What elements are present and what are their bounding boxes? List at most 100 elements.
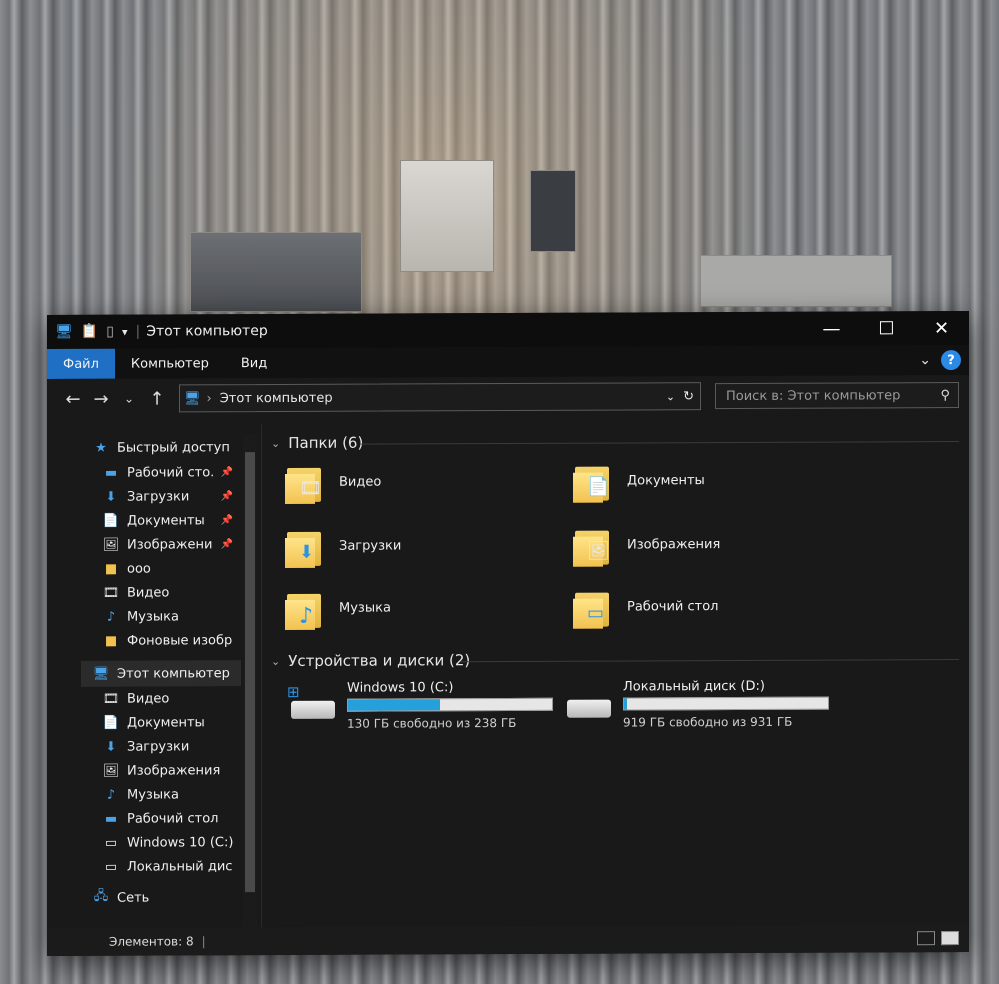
background-building <box>400 160 494 272</box>
downloads-folder-icon: ⬇ <box>285 524 325 568</box>
background-building <box>700 255 892 307</box>
tab-file[interactable]: Файл <box>47 348 115 380</box>
folder-pictures[interactable]: 🖼 Изображения <box>573 518 833 571</box>
desktop-folder-icon: ▭ <box>573 585 613 629</box>
close-button[interactable]: ✕ <box>914 311 969 345</box>
sidebar-pc-desktop[interactable]: ▬ Рабочий стол <box>81 806 241 831</box>
tab-computer[interactable]: Компьютер <box>115 348 225 378</box>
sidebar-quick-access[interactable]: ★ Быстрый доступ <box>81 434 241 461</box>
drive-icon: ▭ <box>104 835 118 851</box>
sidebar-this-pc[interactable]: 🖥 Этот компьютер <box>81 660 241 687</box>
video-folder-icon: 🎞 <box>285 460 325 504</box>
computer-icon: 🖥 <box>55 323 73 340</box>
details-view-button[interactable] <box>917 931 935 946</box>
drive-usage-fill <box>624 698 627 710</box>
tab-view[interactable]: Вид <box>225 348 283 378</box>
drive-usage-bar <box>623 696 829 711</box>
folder-desktop[interactable]: ▭ Рабочий стол <box>573 580 833 633</box>
navigation-bar: ← → ⌄ ↑ 🖥 › Этот компьютер ⌄ ↻ Поиск в: … <box>47 374 969 420</box>
star-icon: ★ <box>95 440 107 456</box>
windows-logo-icon: ⊞ <box>287 682 300 701</box>
expand-ribbon-icon[interactable]: ⌄ <box>919 352 931 368</box>
sidebar-item-pictures[interactable]: 🖼 Изображени 📌 <box>81 532 241 557</box>
chevron-down-icon: ⌄ <box>271 654 281 668</box>
breadcrumb-chevron-icon: › <box>206 390 212 406</box>
pin-icon: 📌 <box>220 490 233 502</box>
sidebar-item-music[interactable]: ♪ Музыка <box>81 604 241 629</box>
folder-icon: ■ <box>104 633 118 649</box>
sidebar-item-desktop[interactable]: ▬ Рабочий сто. 📌 <box>81 460 241 485</box>
group-divider <box>461 659 959 663</box>
forward-button[interactable]: → <box>87 388 115 409</box>
pictures-icon: 🖼 <box>102 763 120 779</box>
document-icon: 📄 <box>102 715 120 731</box>
group-divider <box>361 441 959 445</box>
video-icon: 🎞 <box>102 585 120 601</box>
address-bar[interactable]: 🖥 › Этот компьютер ⌄ ↻ <box>179 382 701 413</box>
navigation-pane: ★ Быстрый доступ ▬ Рабочий сто. 📌 ⬇ Загр… <box>81 434 241 930</box>
ribbon: Файл Компьютер Вид ⌄ ? <box>47 344 969 380</box>
breadcrumb[interactable]: Этот компьютер <box>220 390 333 405</box>
sidebar-pc-drive-c[interactable]: ▭ Windows 10 (C:) <box>81 830 241 855</box>
pin-icon: 📌 <box>220 538 233 550</box>
desktop-icon: ▬ <box>104 811 118 827</box>
sidebar-item-ooo[interactable]: ■ ооо <box>81 556 241 581</box>
sidebar-pc-drive-d[interactable]: ▭ Локальный дис <box>81 854 241 879</box>
folder-icon: ■ <box>104 561 118 577</box>
navigation-scrollbar[interactable] <box>243 434 257 930</box>
minimize-button[interactable]: — <box>804 311 859 345</box>
sidebar-pc-music[interactable]: ♪ Музыка <box>81 782 241 807</box>
file-explorer-window: 🖥 📋 ▯ ▾ | Этот компьютер — ☐ ✕ Файл Комп… <box>47 310 969 957</box>
recent-locations-button[interactable]: ⌄ <box>115 392 143 406</box>
maximize-button[interactable]: ☐ <box>859 311 914 345</box>
folder-documents[interactable]: 📄 Документы <box>573 454 833 507</box>
windows-drive-icon: ⊞ <box>287 683 335 719</box>
music-icon: ♪ <box>106 787 116 803</box>
refresh-icon[interactable]: ↻ <box>683 389 694 404</box>
back-button[interactable]: ← <box>59 388 87 409</box>
sidebar-item-video[interactable]: 🎞 Видео <box>81 580 241 605</box>
folder-downloads[interactable]: ⬇ Загрузки <box>285 519 545 572</box>
properties-icon[interactable]: 📋 <box>81 324 98 340</box>
video-icon: 🎞 <box>102 691 120 707</box>
desktop-icon: ▬ <box>104 465 118 481</box>
music-folder-icon: ♪ <box>285 586 325 630</box>
dropdown-icon[interactable]: ▾ <box>122 325 128 338</box>
up-button[interactable]: ↑ <box>143 388 171 409</box>
group-header-drives[interactable]: ⌄ Устройства и диски (2) <box>271 651 470 670</box>
sidebar-item-downloads[interactable]: ⬇ Загрузки 📌 <box>81 484 241 509</box>
drive-c[interactable]: ⊞ Windows 10 (C:) 130 ГБ свободно из 238… <box>287 680 561 731</box>
new-folder-icon[interactable]: ▯ <box>106 324 114 340</box>
document-icon: 📄 <box>102 513 120 529</box>
search-icon[interactable]: ⚲ <box>940 388 950 403</box>
sidebar-pc-pictures[interactable]: 🖼 Изображения <box>81 758 241 783</box>
folder-video[interactable]: 🎞 Видео <box>285 455 545 508</box>
sidebar-network[interactable]: 🖧 Сеть <box>81 884 241 911</box>
address-dropdown-icon[interactable]: ⌄ <box>666 390 675 403</box>
documents-folder-icon: 📄 <box>573 459 613 503</box>
local-drive-icon <box>567 694 611 718</box>
download-icon: ⬇ <box>105 489 117 505</box>
sidebar-pc-downloads[interactable]: ⬇ Загрузки <box>81 734 241 759</box>
group-header-folders[interactable]: ⌄ Папки (6) <box>271 434 363 452</box>
help-icon[interactable]: ? <box>941 350 961 371</box>
scrollbar-thumb[interactable] <box>245 452 255 893</box>
search-input[interactable]: Поиск в: Этот компьютер ⚲ <box>715 382 959 410</box>
drive-d[interactable]: Локальный диск (D:) 919 ГБ свободно из 9… <box>567 679 837 730</box>
background-building <box>530 170 576 252</box>
window-title: Этот компьютер <box>146 323 268 340</box>
content-area: ⌄ Папки (6) 🎞 Видео 📄 Документы ⬇ Загруз… <box>261 423 959 941</box>
sidebar-pc-video[interactable]: 🎞 Видео <box>81 686 241 711</box>
download-icon: ⬇ <box>105 739 117 755</box>
background-building <box>190 232 362 312</box>
pin-icon: 📌 <box>220 466 233 478</box>
large-icons-view-button[interactable] <box>941 931 959 946</box>
sidebar-pc-documents[interactable]: 📄 Документы <box>81 710 241 735</box>
sidebar-item-wallpapers[interactable]: ■ Фоновые изобр <box>81 628 241 653</box>
music-icon: ♪ <box>106 609 116 625</box>
folder-music[interactable]: ♪ Музыка <box>285 581 545 634</box>
sidebar-item-documents[interactable]: 📄 Документы 📌 <box>81 508 241 533</box>
title-bar: 🖥 📋 ▯ ▾ | Этот компьютер — ☐ ✕ <box>47 310 969 350</box>
drive-usage-bar <box>347 697 553 712</box>
search-placeholder: Поиск в: Этот компьютер <box>726 387 901 404</box>
